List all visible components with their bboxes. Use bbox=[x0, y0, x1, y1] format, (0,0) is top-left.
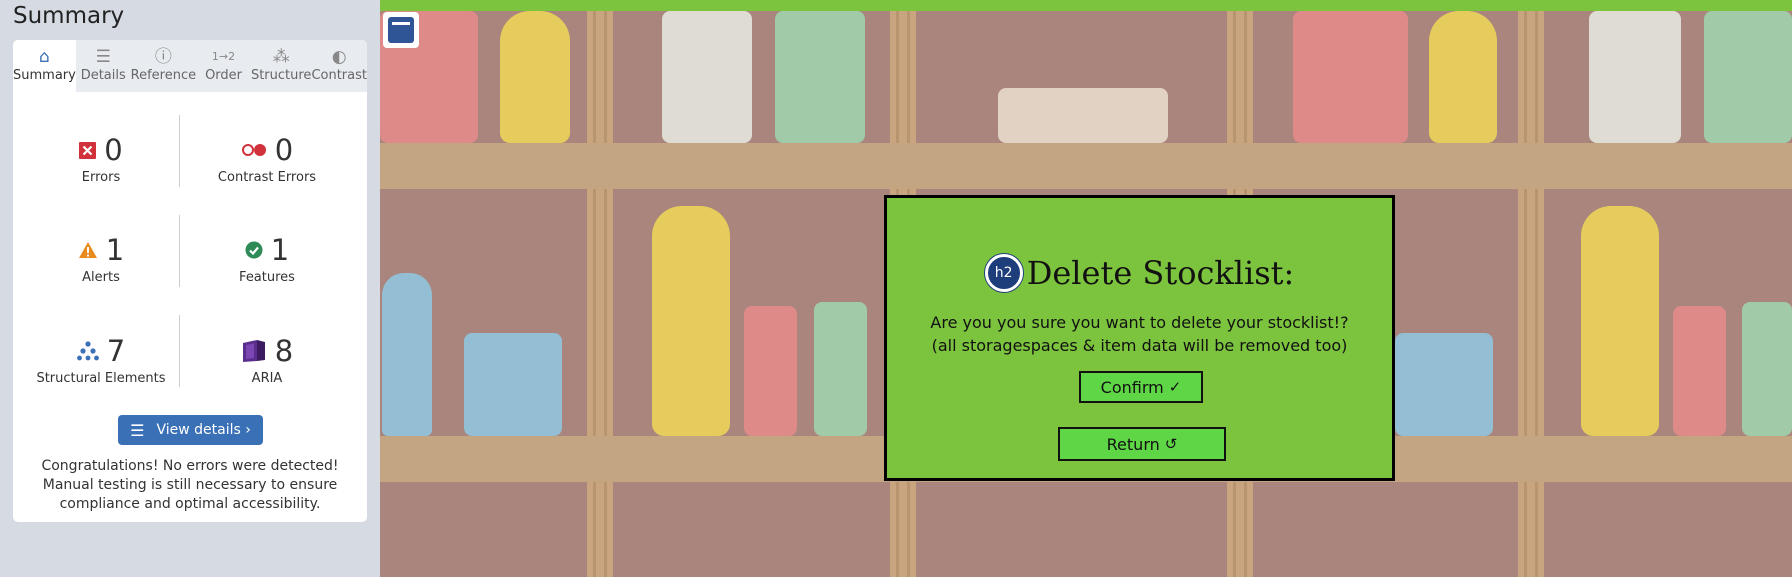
tab-label: Details bbox=[80, 68, 126, 83]
aria-count: 8 bbox=[274, 334, 294, 368]
tab-label: Structure bbox=[250, 68, 312, 83]
features-stat: 1 Features bbox=[187, 232, 347, 285]
confirm-button[interactable]: Confirm ✓ bbox=[1079, 371, 1203, 403]
structural-stat: 7 Structural Elements bbox=[21, 333, 181, 386]
alerts-label: Alerts bbox=[82, 270, 120, 285]
pickle-jar bbox=[775, 11, 865, 143]
shelf-post bbox=[1524, 11, 1527, 577]
list-icon: ☰ bbox=[130, 420, 145, 440]
wave-window-icon bbox=[383, 12, 419, 48]
alerts-stat: 1 Alerts bbox=[21, 232, 181, 285]
errors-stat: 0 Errors bbox=[21, 132, 181, 185]
tab-label: Contrast bbox=[311, 68, 367, 83]
oil-bottle bbox=[1429, 11, 1497, 143]
wave-sidebar: Summary ⌂ Summary ☰ Details ⓘ Reference … bbox=[0, 0, 380, 577]
tab-label: Summary bbox=[13, 68, 76, 83]
top-bar bbox=[380, 0, 1792, 11]
error-icon bbox=[79, 141, 97, 159]
alert-icon bbox=[78, 242, 97, 258]
tab-reference[interactable]: ⓘ Reference bbox=[130, 40, 197, 92]
mushroom-jar bbox=[662, 11, 752, 143]
egg-carton bbox=[998, 88, 1168, 143]
pickle-jar bbox=[1704, 11, 1792, 143]
soda-bottle bbox=[1581, 206, 1659, 436]
drink-can bbox=[744, 306, 797, 436]
delete-stocklist-dialog: h2 Delete Stocklist: Are you you sure yo… bbox=[884, 195, 1395, 481]
undo-icon: ↺ bbox=[1164, 435, 1178, 453]
h2-badge-icon: h2 bbox=[984, 254, 1023, 292]
dialog-heading: h2 Delete Stocklist: bbox=[887, 254, 1392, 292]
return-label: Return bbox=[1106, 434, 1160, 454]
tab-details[interactable]: ☰ Details bbox=[75, 40, 131, 92]
drink-can bbox=[1673, 306, 1726, 436]
tab-structure[interactable]: ⁂ Structure bbox=[250, 40, 312, 92]
home-icon: ⌂ bbox=[39, 47, 50, 67]
structure-icon bbox=[76, 341, 99, 361]
view-details-label: View details › bbox=[156, 422, 251, 438]
check-icon: ✓ bbox=[1168, 378, 1182, 396]
features-count: 1 bbox=[270, 233, 290, 267]
tab-summary[interactable]: ⌂ Summary bbox=[13, 40, 76, 92]
shelf-post bbox=[1535, 11, 1538, 577]
contrast-errors-count: 0 bbox=[274, 133, 294, 167]
structural-count: 7 bbox=[106, 334, 126, 368]
tab-order[interactable]: 1→2 Order bbox=[196, 40, 251, 92]
divider bbox=[179, 215, 180, 287]
shelf-post bbox=[1518, 11, 1544, 577]
tin-can bbox=[464, 333, 562, 436]
shelf-board bbox=[380, 143, 1792, 189]
mushroom-jar bbox=[1589, 11, 1681, 143]
spray-can bbox=[382, 273, 432, 436]
divider bbox=[179, 115, 180, 187]
structure-icon: ⁂ bbox=[272, 47, 290, 67]
drink-can bbox=[1742, 302, 1792, 436]
summary-panel: ⌂ Summary ☰ Details ⓘ Reference 1→2 Orde… bbox=[13, 40, 367, 522]
drink-can bbox=[814, 302, 867, 436]
alerts-count: 1 bbox=[105, 233, 125, 267]
confirm-label: Confirm bbox=[1100, 377, 1164, 397]
dialog-message: Are you you sure you want to delete your… bbox=[930, 313, 1349, 332]
feature-icon bbox=[245, 241, 263, 259]
shelf-post bbox=[593, 11, 596, 577]
tab-label: Reference bbox=[130, 68, 197, 83]
shelf-post bbox=[587, 11, 613, 577]
aria-icon bbox=[242, 340, 265, 362]
dialog-title: Delete Stocklist: bbox=[1026, 254, 1295, 292]
list-icon: ☰ bbox=[95, 47, 111, 67]
divider bbox=[179, 315, 180, 387]
oil-bottle bbox=[500, 11, 570, 143]
contrast-errors-stat: 0 Contrast Errors bbox=[187, 132, 347, 185]
tab-contrast[interactable]: ◐ Contrast bbox=[311, 40, 367, 92]
view-details-button[interactable]: ☰ View details › bbox=[118, 415, 263, 445]
contrast-errors-label: Contrast Errors bbox=[217, 170, 317, 185]
soda-bottle bbox=[652, 206, 730, 436]
errors-count: 0 bbox=[104, 133, 123, 167]
order-icon: 1→2 bbox=[211, 50, 236, 63]
errors-label: Errors bbox=[81, 170, 121, 185]
tab-bar: ⌂ Summary ☰ Details ⓘ Reference 1→2 Orde… bbox=[13, 40, 367, 92]
tin-can bbox=[1395, 333, 1493, 436]
contrast-error-icon bbox=[241, 144, 266, 156]
features-label: Features bbox=[239, 270, 295, 285]
shelf-post bbox=[604, 11, 607, 577]
structural-label: Structural Elements bbox=[36, 371, 166, 386]
info-icon: ⓘ bbox=[154, 47, 172, 67]
aria-stat: 8 ARIA bbox=[187, 333, 347, 386]
tomato-jar bbox=[1293, 11, 1408, 143]
dialog-note: (all storagespaces & item data will be r… bbox=[931, 336, 1348, 355]
return-button[interactable]: Return ↺ bbox=[1058, 427, 1226, 461]
summary-message: Congratulations! No errors were detected… bbox=[41, 458, 339, 512]
contrast-icon: ◐ bbox=[331, 47, 347, 67]
sidebar-title: Summary bbox=[13, 3, 125, 29]
tab-label: Order bbox=[205, 68, 243, 83]
aria-label: ARIA bbox=[251, 371, 283, 386]
